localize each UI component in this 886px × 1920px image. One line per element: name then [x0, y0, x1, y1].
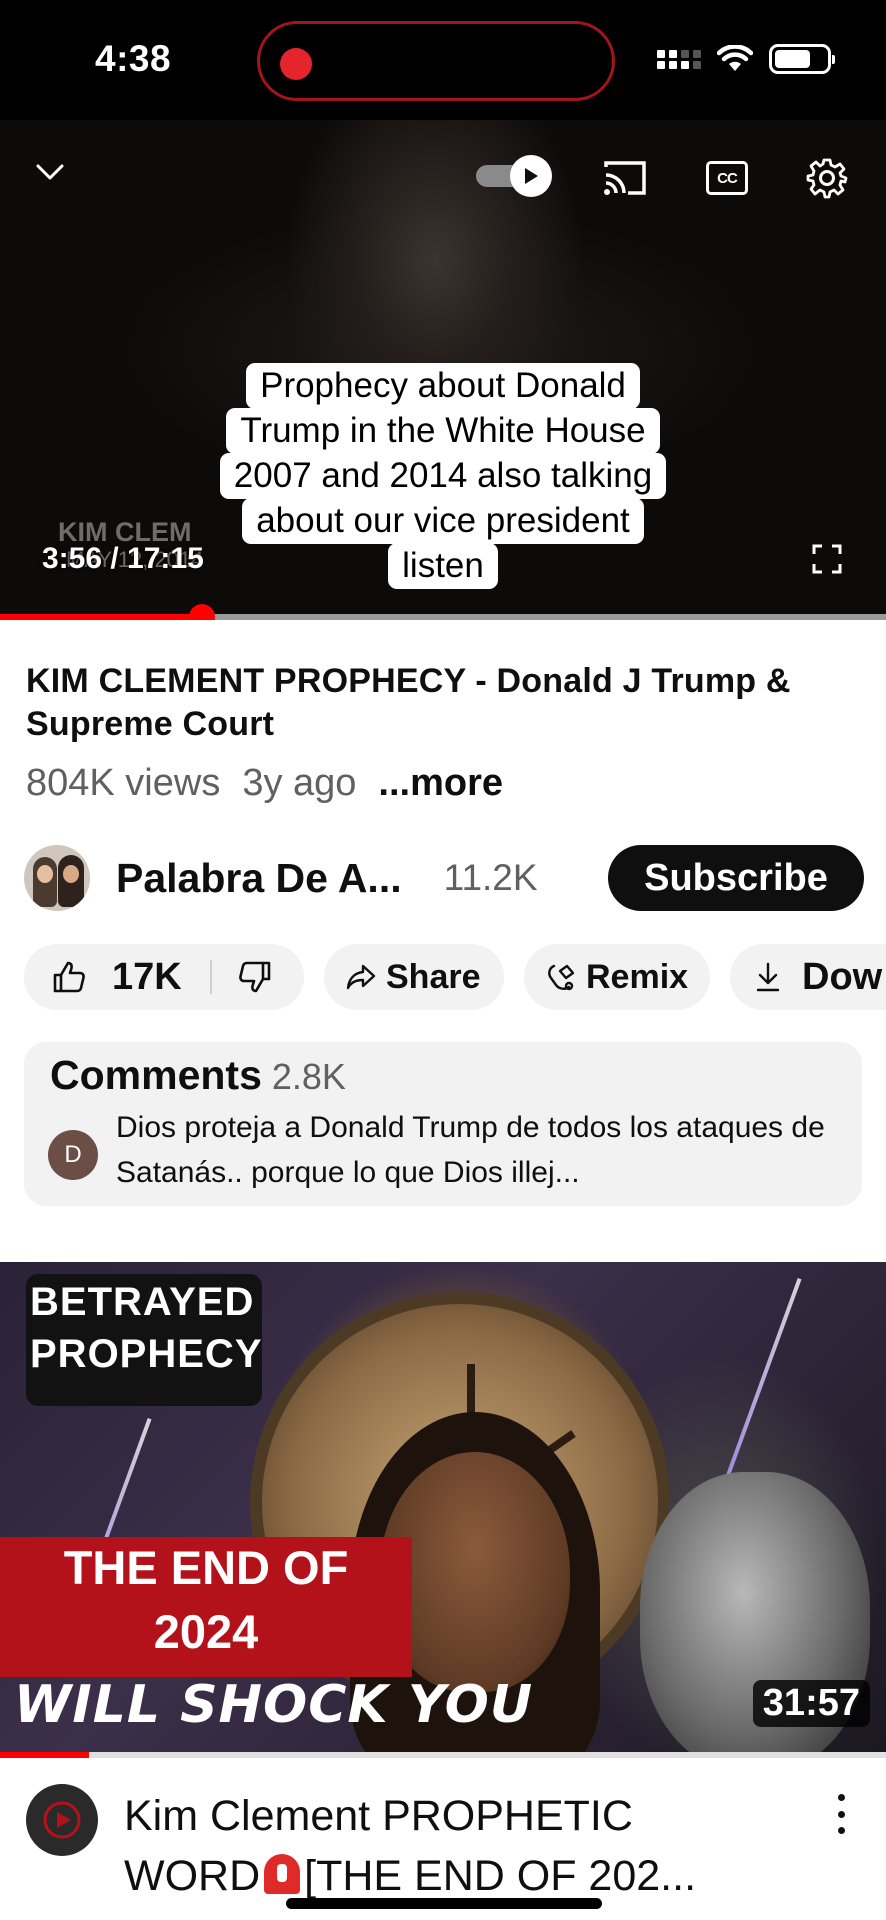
- cellular-signal-icon: [657, 49, 701, 69]
- cc-icon[interactable]: CC: [702, 155, 752, 201]
- like-icon[interactable]: [52, 960, 86, 994]
- share-button[interactable]: Share: [324, 944, 504, 1010]
- thumbnail-text-shock: WILL SHOCK YOU: [14, 1675, 534, 1735]
- next-video-duration: 31:57: [752, 1680, 870, 1727]
- recording-indicator-icon: [280, 48, 312, 80]
- lightning-graphic: [722, 1277, 802, 1487]
- caption-line: 2007 and 2014 also talking: [219, 453, 667, 499]
- remix-icon: [548, 964, 575, 991]
- next-video-title-word: WORD: [124, 1852, 261, 1900]
- next-video-title-rest: [THE END OF 202...: [304, 1852, 697, 1900]
- settings-gear-icon[interactable]: [802, 153, 852, 203]
- next-video-thumbnail[interactable]: BETRAYED PROPHECY THE END OF 2024 WILL S…: [0, 1262, 886, 1756]
- remix-label: Remix: [586, 957, 689, 996]
- commenter-avatar: D: [48, 1130, 98, 1180]
- like-dislike-pill: 17K: [24, 944, 304, 1010]
- like-count[interactable]: 17K: [112, 956, 182, 999]
- share-icon: [346, 964, 376, 990]
- status-icons: [657, 44, 835, 74]
- next-video-title[interactable]: Kim Clement PROPHETIC WORD [THE END OF 20…: [124, 1786, 794, 1906]
- action-bar: 17K Share Remix Dow: [24, 944, 886, 1010]
- video-title[interactable]: KIM CLEMENT PROPHECY - Donald J Trump & …: [26, 660, 856, 746]
- next-video-channel-avatar[interactable]: [26, 1784, 98, 1856]
- video-caption-overlay: Prophecy about Donald Trump in the White…: [0, 363, 886, 589]
- thumbnail-text-betrayed: BETRAYED: [30, 1280, 255, 1324]
- view-count: 804K views: [26, 762, 221, 804]
- thumbnail-text-prophecy: PROPHECY: [30, 1332, 263, 1376]
- video-meta[interactable]: 804K views 3y ago ...more: [26, 762, 503, 805]
- download-icon: [756, 962, 780, 992]
- channel-logo-icon: [43, 1801, 81, 1839]
- download-label: Dow: [802, 955, 883, 998]
- caption-line: Prophecy about Donald: [246, 363, 640, 409]
- next-video-title-line1: Kim Clement PROPHETIC: [124, 1792, 633, 1840]
- comments-header: Comments 2.8K: [50, 1052, 346, 1099]
- home-indicator[interactable]: [286, 1898, 602, 1909]
- caption-line: Trump in the White House: [226, 408, 660, 454]
- thumbnail-text-end-of: THE END OF: [63, 1541, 349, 1594]
- next-video-title-line2: WORD [THE END OF 202...: [124, 1846, 794, 1906]
- download-button[interactable]: Dow: [730, 944, 886, 1010]
- siren-emoji-icon: [264, 1854, 301, 1894]
- channel-name[interactable]: Palabra De A...: [116, 855, 402, 902]
- cc-label: CC: [706, 161, 748, 195]
- wifi-icon: [717, 45, 753, 71]
- dislike-icon[interactable]: [238, 960, 272, 994]
- more-button[interactable]: ...more: [378, 762, 503, 805]
- autoplay-toggle[interactable]: [476, 155, 552, 197]
- caption-line: listen: [388, 543, 498, 589]
- more-options-icon[interactable]: [836, 1794, 846, 1834]
- comments-section[interactable]: Comments 2.8K D Dios proteja a Donald Tr…: [24, 1042, 862, 1206]
- comments-title: Comments: [50, 1052, 262, 1098]
- next-video-info[interactable]: Kim Clement PROPHETIC WORD [THE END OF 20…: [0, 1758, 886, 1920]
- subscriber-count: 11.2K: [443, 857, 538, 898]
- cast-icon[interactable]: [600, 155, 650, 201]
- battery-icon: [769, 44, 835, 74]
- like-divider: [209, 960, 212, 994]
- upload-age: 3y ago: [242, 762, 357, 804]
- channel-row[interactable]: Palabra De A... 11.2K Subscribe: [24, 844, 864, 912]
- status-bar: 4:38: [0, 0, 886, 120]
- subscribe-button[interactable]: Subscribe: [608, 845, 864, 911]
- status-time: 4:38: [95, 38, 172, 79]
- dynamic-island: [257, 21, 615, 101]
- share-label: Share: [386, 957, 481, 996]
- comments-count: 2.8K: [271, 1056, 346, 1097]
- top-comment-text: Dios proteja a Donald Trump de todos los…: [116, 1111, 825, 1189]
- remix-button[interactable]: Remix: [524, 944, 710, 1010]
- chevron-down-icon[interactable]: [28, 150, 72, 194]
- channel-avatar[interactable]: [24, 845, 90, 911]
- thumbnail-text-year: 2024: [153, 1605, 259, 1658]
- caption-line: about our vice president: [242, 498, 644, 544]
